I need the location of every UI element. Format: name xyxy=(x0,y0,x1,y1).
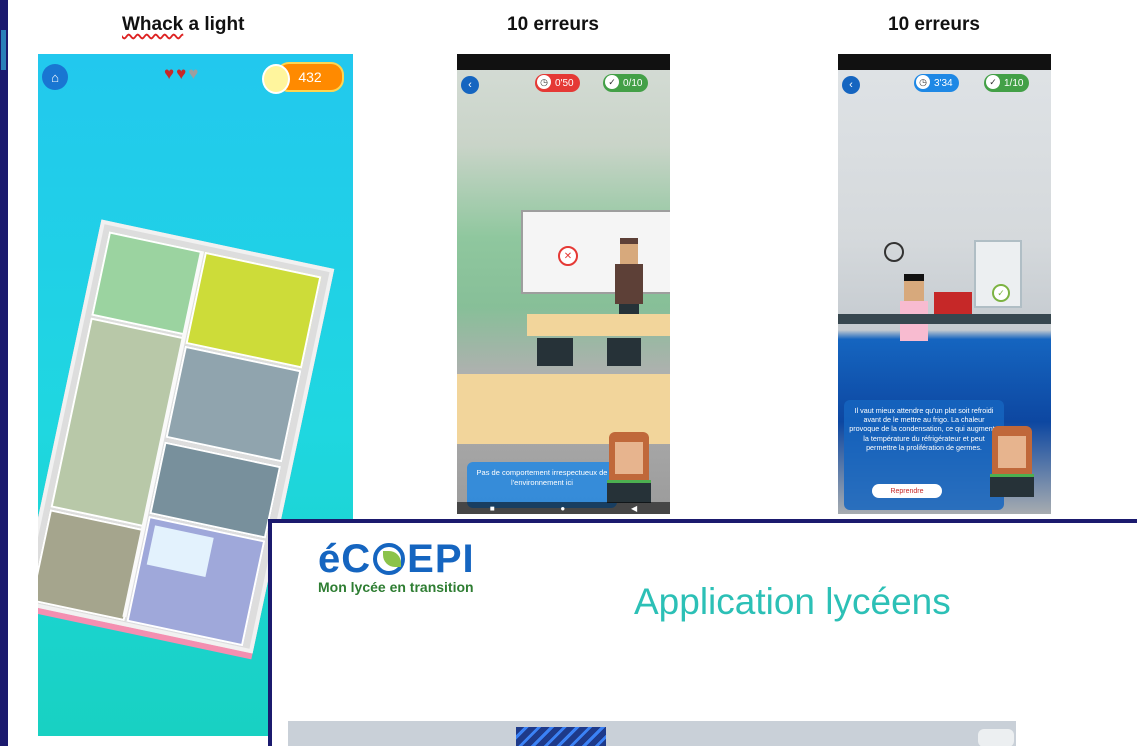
column-title-rest: a light xyxy=(183,14,245,35)
ecoepi-logo: éC EPI Mon lycée en transition xyxy=(318,537,475,595)
kitchen-counter xyxy=(838,314,1051,324)
teacher-character[interactable] xyxy=(615,238,643,324)
logo-tagline: Mon lycée en transition xyxy=(318,579,474,595)
clock-icon: ◷ xyxy=(537,75,551,89)
app-preview-strip xyxy=(288,721,1016,746)
room-lit[interactable] xyxy=(126,515,266,647)
clock-icon: ◷ xyxy=(916,75,930,89)
heart-icon: ♥ xyxy=(176,64,189,83)
wrong-answer-icon: ✕ xyxy=(558,246,578,266)
resume-button[interactable]: Reprendre xyxy=(872,484,942,498)
leaf-icon xyxy=(373,543,406,575)
timer-badge: ◷ 3'34 xyxy=(914,74,959,92)
timer-value: 0'50 xyxy=(555,77,574,89)
recent-apps-icon[interactable]: ■ xyxy=(490,504,495,513)
guide-avatar xyxy=(603,432,655,503)
wall-clock[interactable] xyxy=(884,242,904,262)
solar-panels xyxy=(516,727,606,746)
ten-errors-classroom-screenshot: ‹ ◷ 0'50 ✓ 0/10 ✕ Pas de comportement irre… xyxy=(457,54,670,514)
logo-wordmark: éC EPI xyxy=(318,537,475,581)
app-card: éC EPI Mon lycée en transition Applicatio… xyxy=(268,519,1137,746)
logo-prefix: éC xyxy=(318,537,372,581)
chair[interactable] xyxy=(607,338,641,366)
heart-icon: ♥ xyxy=(164,64,177,83)
found-error-icon: ✓ xyxy=(992,284,1010,302)
lightbulb-icon xyxy=(262,64,290,94)
check-icon: ✓ xyxy=(986,75,1000,89)
errors-value: 0/10 xyxy=(623,77,643,89)
app-title: Application lycéens xyxy=(634,581,951,622)
left-border xyxy=(0,0,8,746)
ten-errors-kitchen-screenshot: ‹ ◷ 3'34 ✓ 1/10 ✓ Il vaut mieux attendre q… xyxy=(838,54,1051,514)
errors-counter: ✓ 0/10 xyxy=(603,74,649,92)
back-icon[interactable]: ‹ xyxy=(842,76,860,94)
misspelled-word: Whack xyxy=(122,14,184,35)
preview-chip xyxy=(978,729,1014,746)
heart-icon: ♥ xyxy=(188,64,201,83)
column-title-10-erreurs-2: 10 erreurs xyxy=(888,14,980,35)
column-title-10-erreurs-1: 10 erreurs xyxy=(507,14,599,35)
back-nav-icon[interactable]: ◀ xyxy=(631,504,637,513)
column-title-whack-a-light: Whack a light xyxy=(122,14,244,36)
light-on[interactable] xyxy=(146,525,214,577)
whiteboard[interactable] xyxy=(521,210,670,294)
status-bar xyxy=(838,54,1051,70)
chair[interactable] xyxy=(537,338,573,366)
left-accent-stripe xyxy=(1,30,6,70)
errors-value: 1/10 xyxy=(1004,77,1024,89)
status-bar xyxy=(457,54,670,70)
guide-avatar xyxy=(986,426,1038,497)
home-icon[interactable]: ⌂ xyxy=(42,64,68,90)
lives-indicator: ♥♥♥ xyxy=(164,64,200,84)
errors-counter: ✓ 1/10 xyxy=(984,74,1030,92)
timer-badge: ◷ 0'50 xyxy=(535,74,580,92)
back-icon[interactable]: ‹ xyxy=(461,76,479,94)
timer-value: 3'34 xyxy=(934,77,953,89)
logo-suffix: EPI xyxy=(407,537,475,581)
desk[interactable] xyxy=(527,314,670,336)
microwave[interactable] xyxy=(934,292,972,314)
home-button-icon[interactable]: ● xyxy=(560,504,565,513)
check-icon: ✓ xyxy=(605,75,619,89)
android-nav-bar: ■ ● ◀ xyxy=(457,502,670,514)
